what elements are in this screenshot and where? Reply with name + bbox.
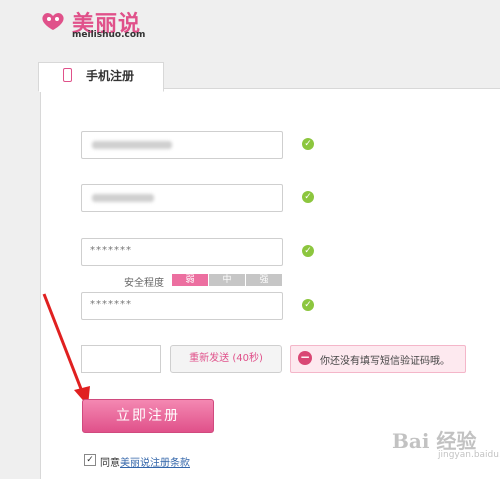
strength-strong: 强	[246, 274, 282, 286]
valid-check-icon: ✓	[302, 191, 314, 203]
agree-checkbox[interactable]: ✓	[84, 454, 96, 466]
phone-number-input[interactable]	[81, 131, 283, 159]
register-submit-button[interactable]: 立即注册	[82, 399, 214, 433]
error-message-text: 你还没有填写短信验证码哦。	[320, 356, 450, 367]
blurred-value	[92, 194, 154, 202]
brand-logo-icon	[42, 13, 64, 30]
agree-prefix: 同意	[100, 458, 120, 469]
strength-medium: 中	[209, 274, 245, 286]
tab-label: 手机注册	[86, 69, 135, 83]
nickname-input[interactable]	[81, 184, 283, 212]
password-value: *******	[90, 245, 132, 256]
valid-check-icon: ✓	[302, 138, 314, 150]
agree-label: 同意美丽说注册条款	[100, 454, 190, 469]
brand-domain: meilishuo.com	[72, 30, 146, 40]
confirm-password-input[interactable]: *******	[81, 292, 283, 320]
error-icon: −	[298, 350, 312, 365]
valid-check-icon: ✓	[302, 299, 314, 311]
baidu-watermark-url: jingyan.baidu.com	[438, 450, 500, 460]
strength-label: 安全程度	[124, 278, 164, 289]
strength-weak: 弱	[172, 274, 208, 286]
terms-link[interactable]: 美丽说注册条款	[120, 458, 190, 469]
valid-check-icon: ✓	[302, 245, 314, 257]
resend-code-button[interactable]: 重新发送 (40秒)	[170, 345, 282, 373]
red-arrow-icon	[42, 293, 90, 406]
blurred-value	[92, 141, 172, 149]
password-input[interactable]: *******	[81, 238, 283, 266]
phone-icon	[63, 68, 72, 82]
sms-code-input[interactable]	[81, 345, 161, 373]
